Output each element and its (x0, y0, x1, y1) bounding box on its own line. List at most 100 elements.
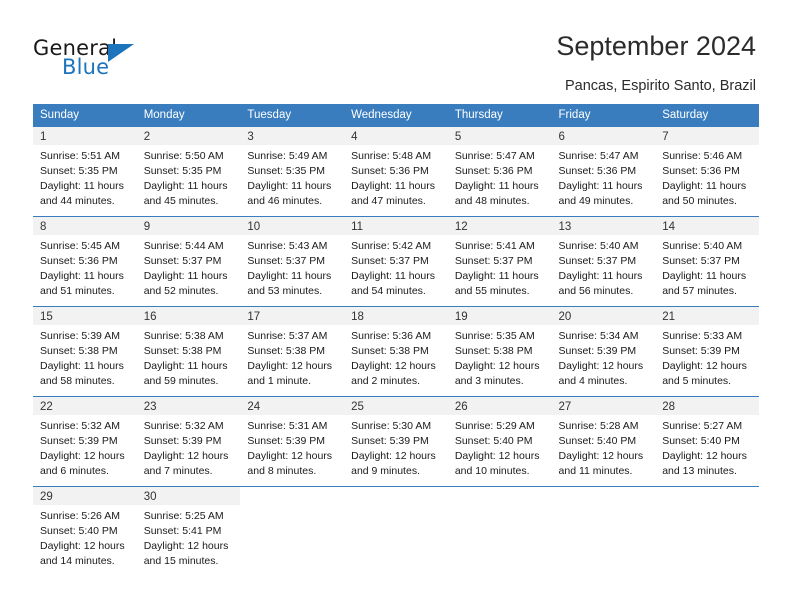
daylight-text-line1: Daylight: 11 hours (40, 360, 124, 373)
daylight-text-line1: Daylight: 11 hours (247, 180, 332, 193)
calendar-day-cell[interactable]: 9 Sunrise: 5:44 AM Sunset: 5:37 PM Daylight… (136, 217, 241, 306)
day-details: Sunrise: 5:41 AM Sunset: 5:37 PM Daylight:… (448, 235, 552, 299)
day-details: Sunrise: 5:46 AM Sunset: 5:36 PM Daylight:… (655, 145, 759, 209)
daylight-text-line2: and 10 minutes. (454, 464, 530, 477)
sunrise-text: Sunrise: 5:43 AM (247, 240, 328, 253)
sunset-text: Sunset: 5:36 PM (558, 165, 637, 178)
calendar-day-cell[interactable]: 12 Sunrise: 5:41 AM Sunset: 5:37 PM Dayligh… (447, 217, 552, 306)
calendar-header-row: Sunday Monday Tuesday Wednesday Thursday Frid… (33, 104, 759, 128)
day-number: 5 (447, 127, 552, 146)
calendar-day-cell[interactable]: 30 Sunrise: 5:25 AM Sunset: 5:41 PM Dayligh… (136, 487, 241, 576)
calendar-day-cell[interactable]: 14 Sunrise: 5:40 AM Sunset: 5:37 PM Dayligh… (655, 217, 759, 306)
calendar-day-cell[interactable]: 3 Sunrise: 5:49 AM Sunset: 5:35 PM Daylight… (240, 127, 345, 216)
day-details: Sunrise: 5:29 AM Sunset: 5:40 PM Daylight:… (448, 415, 552, 479)
daylight-text-line2: and 51 minutes. (40, 284, 115, 297)
calendar-day-cell[interactable]: 26 Sunrise: 5:29 AM Sunset: 5:40 PM Dayligh… (447, 397, 552, 486)
daylight-text-line1: Daylight: 12 hours (351, 360, 436, 373)
daylight-text-line2: and 8 minutes. (247, 464, 317, 477)
calendar-day-cell[interactable]: 1 Sunrise: 5:51 AM Sunset: 5:35 PM Daylight… (33, 127, 137, 216)
day-number: 12 (447, 217, 552, 236)
calendar-day-cell[interactable]: 16 Sunrise: 5:38 AM Sunset: 5:38 PM Dayligh… (136, 307, 241, 396)
calendar-day-cell[interactable]: 11 Sunrise: 5:42 AM Sunset: 5:37 PM Dayligh… (344, 217, 448, 306)
day-number: 19 (447, 307, 552, 326)
calendar-day-cell[interactable]: 24 Sunrise: 5:31 AM Sunset: 5:39 PM Dayligh… (240, 397, 345, 486)
calendar-day-cell[interactable]: 6 Sunrise: 5:47 AM Sunset: 5:36 PM Daylight… (551, 127, 656, 216)
calendar-day-cell[interactable]: 19 Sunrise: 5:35 AM Sunset: 5:38 PM Dayligh… (447, 307, 552, 396)
calendar-week-row: 22 Sunrise: 5:32 AM Sunset: 5:39 PM Dayligh… (33, 396, 759, 487)
calendar-day-cell[interactable]: 8 Sunrise: 5:45 AM Sunset: 5:36 PM Daylight… (33, 217, 137, 306)
day-number: 9 (136, 217, 241, 236)
sunset-text: Sunset: 5:39 PM (40, 435, 118, 448)
sunset-text: Sunset: 5:36 PM (454, 165, 533, 178)
sunset-text: Sunset: 5:40 PM (454, 435, 533, 448)
daylight-text-line2: and 48 minutes. (454, 194, 530, 207)
day-details: Sunrise: 5:30 AM Sunset: 5:39 PM Daylight:… (344, 415, 448, 479)
calendar-day-cell[interactable]: 29 Sunrise: 5:26 AM Sunset: 5:40 PM Dayligh… (33, 487, 137, 576)
sunrise-text: Sunrise: 5:34 AM (558, 330, 639, 343)
day-details: Sunrise: 5:27 AM Sunset: 5:40 PM Daylight:… (655, 415, 759, 479)
calendar-day-cell[interactable]: 27 Sunrise: 5:28 AM Sunset: 5:40 PM Dayligh… (551, 397, 656, 486)
daylight-text-line2: and 9 minutes. (351, 464, 420, 477)
calendar-day-cell[interactable]: 18 Sunrise: 5:36 AM Sunset: 5:38 PM Dayligh… (344, 307, 448, 396)
calendar-day-cell[interactable]: 4 Sunrise: 5:48 AM Sunset: 5:36 PM Daylight… (344, 127, 448, 216)
day-number: 20 (551, 307, 656, 326)
calendar-day-cell[interactable]: 20 Sunrise: 5:34 AM Sunset: 5:39 PM Dayligh… (551, 307, 656, 396)
sunset-text: Sunset: 5:37 PM (558, 255, 637, 268)
sunset-text: Sunset: 5:37 PM (247, 255, 326, 268)
calendar-day-cell[interactable]: 25 Sunrise: 5:30 AM Sunset: 5:39 PM Dayligh… (344, 397, 448, 486)
calendar-day-cell[interactable]: 28 Sunrise: 5:27 AM Sunset: 5:40 PM Dayligh… (655, 397, 759, 486)
day-number: 13 (551, 217, 656, 236)
calendar-day-cell[interactable]: 13 Sunrise: 5:40 AM Sunset: 5:37 PM Dayligh… (551, 217, 656, 306)
day-details: Sunrise: 5:50 AM Sunset: 5:35 PM Daylight:… (137, 145, 241, 209)
daylight-text-line1: Daylight: 12 hours (143, 540, 229, 553)
day-number: 30 (136, 487, 241, 506)
daylight-text-line2: and 54 minutes. (351, 284, 426, 297)
weekday-header-tuesday: Tuesday (240, 104, 345, 128)
daylight-text-line1: Daylight: 11 hours (662, 270, 747, 283)
calendar-day-cell[interactable]: 5 Sunrise: 5:47 AM Sunset: 5:36 PM Daylight… (447, 127, 552, 216)
daylight-text-line1: Daylight: 11 hours (558, 180, 643, 193)
sunrise-text: Sunrise: 5:33 AM (662, 330, 743, 343)
daylight-text-line1: Daylight: 11 hours (247, 270, 332, 283)
daylight-text-line1: Daylight: 12 hours (40, 450, 125, 463)
sunrise-text: Sunrise: 5:51 AM (40, 150, 120, 163)
day-number: 7 (655, 127, 759, 146)
sunrise-text: Sunrise: 5:47 AM (558, 150, 639, 163)
calendar-day-cell[interactable]: 17 Sunrise: 5:37 AM Sunset: 5:38 PM Dayligh… (240, 307, 345, 396)
daylight-text-line1: Daylight: 11 hours (454, 180, 539, 193)
day-details: Sunrise: 5:26 AM Sunset: 5:40 PM Daylight:… (33, 505, 137, 569)
calendar-day-cell[interactable]: 10 Sunrise: 5:43 AM Sunset: 5:37 PM Dayligh… (240, 217, 345, 306)
day-details: Sunrise: 5:49 AM Sunset: 5:35 PM Daylight:… (240, 145, 344, 209)
calendar-day-cell[interactable]: 2 Sunrise: 5:50 AM Sunset: 5:35 PM Daylight… (136, 127, 241, 216)
sunset-text: Sunset: 5:41 PM (143, 525, 222, 538)
calendar-day-cell-empty (551, 487, 656, 577)
daylight-text-line2: and 13 minutes. (662, 464, 737, 477)
sunset-text: Sunset: 5:38 PM (454, 345, 533, 358)
daylight-text-line1: Daylight: 12 hours (558, 450, 644, 463)
daylight-text-line1: Daylight: 12 hours (40, 540, 125, 553)
general-blue-logo[interactable]: General Blue (33, 36, 213, 84)
day-number: 3 (240, 127, 345, 146)
daylight-text-line1: Daylight: 11 hours (662, 180, 747, 193)
day-number: 1 (33, 127, 137, 146)
daylight-text-line2: and 49 minutes. (558, 194, 634, 207)
calendar-day-cell[interactable]: 22 Sunrise: 5:32 AM Sunset: 5:39 PM Dayligh… (33, 397, 137, 486)
daylight-text-line1: Daylight: 11 hours (454, 270, 539, 283)
sunrise-text: Sunrise: 5:32 AM (143, 420, 224, 433)
calendar-day-cell[interactable]: 7 Sunrise: 5:46 AM Sunset: 5:36 PM Daylight… (655, 127, 759, 216)
daylight-text-line2: and 58 minutes. (40, 374, 115, 387)
daylight-text-line1: Daylight: 12 hours (351, 450, 436, 463)
sunset-text: Sunset: 5:40 PM (40, 525, 118, 538)
calendar-day-cell[interactable]: 21 Sunrise: 5:33 AM Sunset: 5:39 PM Dayligh… (655, 307, 759, 396)
weekday-header-wednesday: Wednesday (344, 104, 448, 128)
day-details: Sunrise: 5:40 AM Sunset: 5:37 PM Daylight:… (655, 235, 759, 299)
daylight-text-line1: Daylight: 11 hours (40, 270, 124, 283)
daylight-text-line1: Daylight: 12 hours (558, 360, 644, 373)
sunrise-text: Sunrise: 5:47 AM (454, 150, 535, 163)
calendar-day-cell[interactable]: 15 Sunrise: 5:39 AM Sunset: 5:38 PM Dayligh… (33, 307, 137, 396)
daylight-text-line2: and 15 minutes. (143, 554, 219, 567)
calendar-day-cell[interactable]: 23 Sunrise: 5:32 AM Sunset: 5:39 PM Dayligh… (136, 397, 241, 486)
sunrise-text: Sunrise: 5:29 AM (454, 420, 535, 433)
day-number: 16 (136, 307, 241, 326)
daylight-text-line2: and 56 minutes. (558, 284, 634, 297)
